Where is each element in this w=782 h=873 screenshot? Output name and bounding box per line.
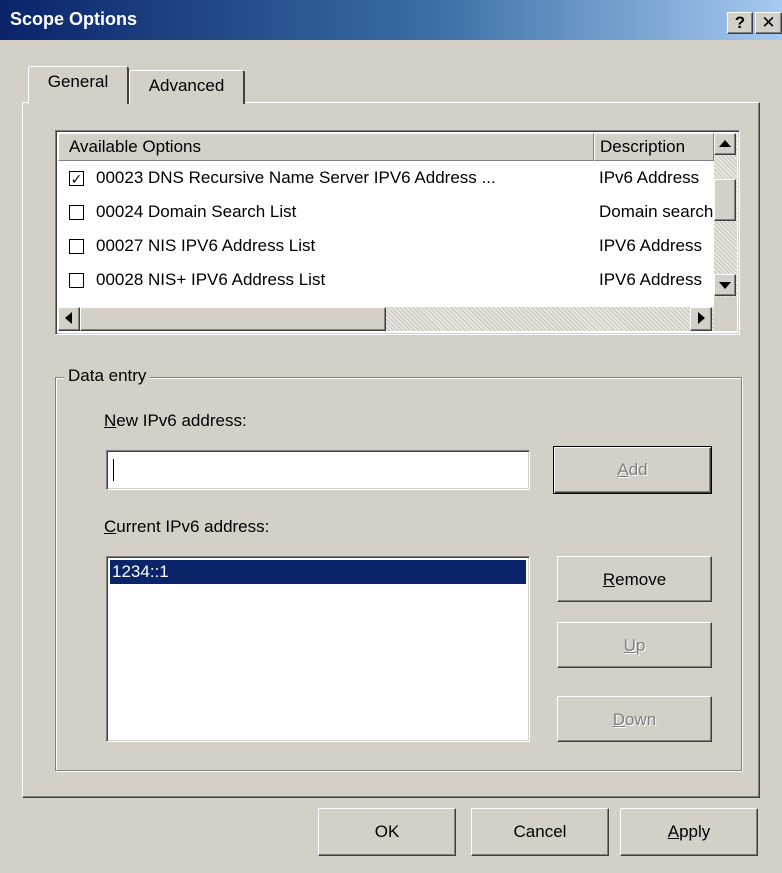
checkbox-unchecked[interactable] (69, 239, 84, 254)
list-item[interactable]: ✓ 00023 DNS Recursive Name Server IPV6 A… (58, 161, 714, 195)
option-description: Domain search (599, 202, 714, 221)
tab-general[interactable]: General (28, 66, 129, 104)
new-ipv6-input[interactable] (106, 450, 530, 490)
scroll-up-button[interactable] (714, 133, 736, 155)
current-ipv6-label: Current IPv6 address: (104, 517, 270, 536)
add-button[interactable]: Add (553, 446, 712, 494)
window-title: Scope Options (10, 9, 138, 29)
tab-advanced[interactable]: Advanced (129, 70, 245, 104)
horizontal-scroll-thumb[interactable] (80, 307, 386, 331)
options-list[interactable]: Available Options Description ✓ 00023 DN… (55, 130, 740, 335)
down-button[interactable]: Down (557, 696, 712, 742)
current-ipv6-list[interactable]: 1234::1 (106, 556, 530, 742)
option-name: 00024 Domain Search List (96, 202, 297, 221)
option-description: IPV6 Address (599, 236, 703, 255)
checkbox-unchecked[interactable] (69, 273, 84, 288)
vertical-scroll-thumb[interactable] (714, 179, 736, 221)
list-item[interactable]: 00028 NIS+ IPV6 Address List IPV6 Addres… (58, 263, 714, 297)
close-icon: ✕ (761, 13, 776, 32)
arrow-down-icon (719, 282, 731, 289)
list-item[interactable]: 00027 NIS IPV6 Address List IPV6 Address (58, 229, 714, 263)
ok-button[interactable]: OK (318, 808, 456, 856)
list-item[interactable]: 00024 Domain Search List Domain search (58, 195, 714, 229)
new-ipv6-label: New IPv6 address: (104, 411, 247, 430)
vertical-scrollbar[interactable] (714, 133, 737, 297)
option-name: 00027 NIS IPV6 Address List (96, 236, 316, 255)
scroll-left-button[interactable] (58, 307, 80, 331)
checkbox-unchecked[interactable] (69, 205, 84, 220)
help-button[interactable]: ? (727, 12, 753, 34)
apply-button[interactable]: Apply (620, 808, 758, 856)
close-button[interactable]: ✕ (755, 12, 782, 34)
title-bar: Scope Options ? ✕ (0, 0, 782, 40)
option-name: 00023 DNS Recursive Name Server IPV6 Add… (96, 168, 496, 187)
tab-general-label: General (47, 72, 109, 91)
scroll-down-button[interactable] (714, 274, 736, 296)
arrow-left-icon (65, 312, 72, 324)
help-icon: ? (734, 13, 746, 32)
data-entry-group-label: Data entry (64, 366, 151, 386)
remove-button[interactable]: Remove (557, 556, 712, 602)
column-header-description[interactable]: Description (594, 133, 714, 161)
scroll-right-button[interactable] (690, 307, 712, 331)
checkbox-checked[interactable]: ✓ (69, 171, 84, 186)
list-item-selected[interactable]: 1234::1 (110, 560, 526, 584)
cancel-button[interactable]: Cancel (471, 808, 609, 856)
text-caret (113, 459, 114, 481)
column-header-available-options[interactable]: Available Options (58, 133, 594, 161)
up-button[interactable]: Up (557, 622, 712, 668)
scrollbar-corner (714, 297, 737, 331)
option-name: 00028 NIS+ IPV6 Address List (96, 270, 326, 289)
option-description: IPv6 Address (599, 168, 700, 187)
horizontal-scrollbar[interactable] (58, 307, 714, 331)
arrow-up-icon (719, 140, 731, 147)
option-description: IPV6 Address (599, 270, 703, 289)
arrow-right-icon (698, 312, 705, 324)
tab-advanced-label: Advanced (148, 76, 225, 95)
